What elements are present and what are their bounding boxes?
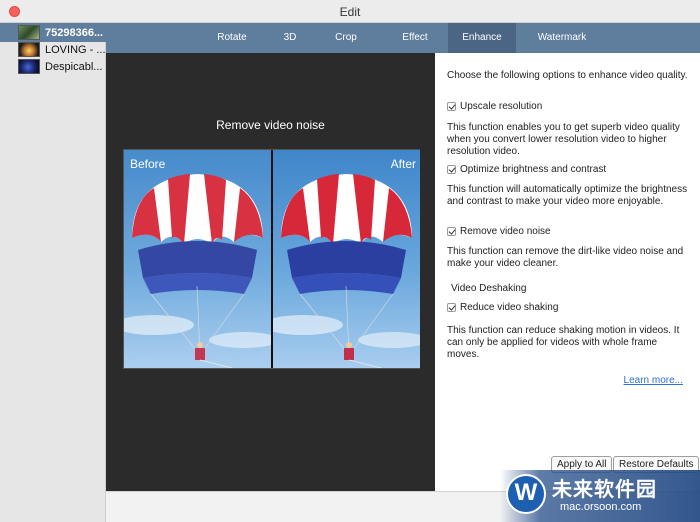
before-after-compare: Before After: [123, 149, 420, 369]
checkbox-icon[interactable]: [447, 227, 456, 236]
parachute-image: [273, 174, 420, 368]
site-watermark: W 未来软件园 mac.orsoon.com: [500, 470, 700, 522]
learn-more-link[interactable]: Learn more...: [624, 375, 683, 386]
edit-tab-bar: Rotate 3D Crop Effect Enhance Watermark: [106, 23, 700, 53]
file-item-3[interactable]: Despicabl...: [0, 57, 106, 76]
after-label: After: [390, 157, 416, 171]
checkbox-icon[interactable]: [447, 102, 456, 111]
tab-crop[interactable]: Crop: [318, 23, 374, 53]
file-name: LOVING - ...: [45, 43, 106, 56]
tab-3d[interactable]: 3D: [269, 23, 311, 53]
window-titlebar: Edit: [0, 0, 700, 23]
preview-panel: Remove video noise Before After: [106, 53, 435, 491]
tab-rotate[interactable]: Rotate: [202, 23, 262, 53]
upscale-resolution-checkbox[interactable]: Upscale resolution: [447, 101, 542, 112]
before-pane: Before: [124, 150, 271, 368]
reduce-shaking-checkbox[interactable]: Reduce video shaking: [447, 302, 558, 313]
checkbox-icon[interactable]: [447, 303, 456, 312]
shaking-description: This function can reduce shaking motion …: [447, 325, 680, 360]
tab-effect[interactable]: Effect: [386, 23, 444, 53]
enhance-settings-panel: Choose the following options to enhance …: [435, 53, 700, 491]
option-label: Optimize brightness and contrast: [460, 164, 607, 175]
deshaking-section-title: Video Deshaking: [451, 283, 527, 294]
noise-description: This function can remove the dirt-like v…: [447, 246, 684, 269]
tab-watermark[interactable]: Watermark: [526, 23, 598, 53]
preview-title: Remove video noise: [216, 118, 325, 132]
brightness-description: This function will automatically optimiz…: [447, 184, 688, 207]
watermark-url: mac.orsoon.com: [560, 501, 642, 513]
option-label: Upscale resolution: [460, 101, 543, 112]
video-thumbnail: [18, 42, 40, 57]
video-thumbnail: [18, 25, 40, 40]
window-title: Edit: [339, 5, 361, 19]
file-name: Despicabl...: [45, 60, 103, 73]
enhance-intro-text: Choose the following options to enhance …: [447, 70, 688, 81]
parachute-image: [124, 150, 271, 368]
option-label: Reduce video shaking: [460, 302, 559, 313]
before-label: Before: [130, 157, 166, 171]
watermark-logo-icon: W: [506, 474, 546, 514]
video-thumbnail: [18, 59, 40, 74]
optimize-brightness-checkbox[interactable]: Optimize brightness and contrast: [447, 164, 606, 175]
after-pane: After: [273, 150, 420, 368]
watermark-brand: 未来软件园: [552, 479, 657, 501]
option-label: Remove video noise: [460, 226, 551, 237]
file-name: 75298366...: [45, 26, 104, 39]
tab-enhance[interactable]: Enhance: [448, 23, 516, 53]
remove-noise-checkbox[interactable]: Remove video noise: [447, 226, 551, 237]
file-list-sidebar: 75298366... LOVING - ... Despicabl...: [0, 23, 106, 522]
upscale-description: This function enables you to get superb …: [447, 122, 680, 157]
checkbox-icon[interactable]: [447, 165, 456, 174]
